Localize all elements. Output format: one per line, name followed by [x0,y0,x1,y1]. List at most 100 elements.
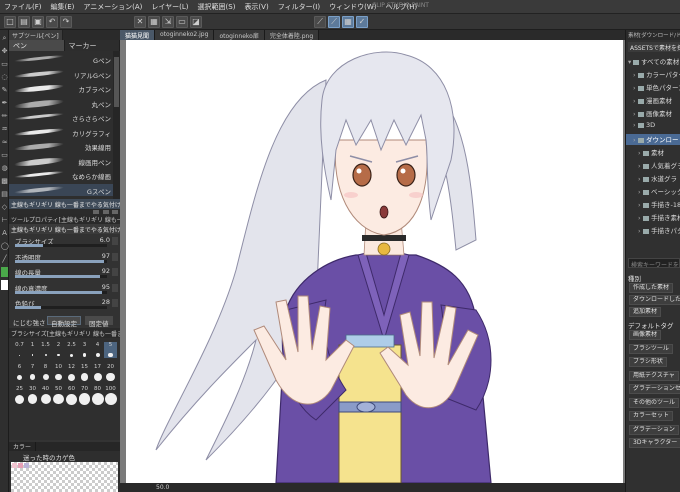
document-tab[interactable]: 猫猫見聞 [120,30,156,40]
balloon-icon[interactable]: ◯ [1,241,9,251]
brush-size-preset[interactable]: 50 [52,386,65,405]
brush-size-preset[interactable]: 80 [91,386,104,405]
line-icon[interactable]: ╱ [1,254,8,264]
material-tree-item[interactable]: ›カラーパターン [626,69,680,80]
material-tree-item[interactable]: ›手描き素材 [626,212,680,223]
property-slider[interactable] [15,306,107,309]
tab-pen[interactable]: ペン [9,40,65,51]
menu-item[interactable]: ファイル(F) [4,2,42,12]
tag-filter-button[interactable]: グラデーション [629,424,679,435]
figure-icon[interactable]: ◇ [1,202,8,212]
tool-property-row[interactable]: 色鉛び 28 [9,298,120,312]
airbrush-icon[interactable]: ≈ [1,137,8,147]
blend-icon[interactable]: ◍ [1,163,8,173]
brush-size-preset[interactable]: 3 [78,342,91,358]
open-icon[interactable]: ▤ [18,16,30,28]
snap-special-icon[interactable]: ✓ [356,16,368,28]
tool-property-row[interactable]: ブラシサイズ 6.0 [9,236,120,250]
tag-filter-button[interactable]: 用紙テクスチャ [629,370,679,381]
tool-property-row[interactable]: 線の真濃度 95 [9,283,120,297]
property-value[interactable]: 28 [102,298,110,306]
brush-list-scrollbar[interactable] [113,51,120,199]
brush-list-item[interactable]: さらさらペン [9,111,113,123]
document-tab[interactable]: otoginneko扉 [214,30,265,40]
kind-filter-button[interactable]: ダウンロードした素材 [629,295,680,305]
lasso-icon[interactable]: ◌ [1,72,8,82]
brush-size-preset[interactable]: 2.5 [65,342,78,358]
material-search-input[interactable]: 検索キーワードを [628,258,680,268]
brush-size-preset[interactable]: 20 [104,364,117,382]
color-swatch[interactable] [24,463,29,468]
brush-list-item[interactable]: カブラペン [9,82,113,94]
pen-icon[interactable]: ✒ [1,98,8,108]
canvas[interactable] [126,40,623,483]
brush-size-preset[interactable]: 1.5 [39,342,52,358]
eraser-icon[interactable]: ▭ [1,150,8,160]
color-swatch[interactable] [12,463,17,468]
brush-list-item[interactable]: カリグラフィ [9,126,113,138]
brush-size-preset[interactable]: 25 [13,386,26,404]
brush-list-item[interactable]: Gペン [9,53,113,65]
brush-size-preset[interactable]: 6 [13,364,26,380]
property-slider[interactable] [15,290,107,294]
brush-size-preset[interactable]: 5 [104,342,117,358]
material-tree-item[interactable]: › 画像素材 [626,108,680,119]
brush-size-preset[interactable]: 17 [91,364,104,381]
brush-size-preset[interactable]: 7 [26,364,39,380]
brush-list-item[interactable]: 効果線用 [9,140,113,152]
color-back-icon[interactable] [1,280,8,290]
menu-item[interactable]: フィルター(I) [278,2,320,12]
material-tree-item[interactable]: ›単色パターン [626,82,680,93]
brush-size-preset[interactable]: 70 [78,386,91,405]
material-tree-item[interactable]: › 水道グラ [626,173,680,184]
tab-color[interactable]: カラー [9,442,37,451]
property-slider[interactable] [15,259,107,263]
menu-item[interactable]: 選択範囲(S) [198,2,236,12]
menu-item[interactable]: ウィンドウ(W) [329,2,376,12]
brush-list-item[interactable]: 丸ペン [9,97,113,109]
spin-button[interactable] [112,299,118,307]
fill-icon[interactable]: ▦ [148,16,160,28]
auto-setting-button[interactable]: 自動設定 [47,316,81,328]
invert-icon[interactable]: ◪ [190,16,202,28]
move-icon[interactable]: ✥ [1,46,8,56]
color-set-name[interactable]: 迷った時のカゲ色 [23,452,75,462]
snap-ruler-icon[interactable]: ⟋ [328,16,340,28]
tag-filter-button[interactable]: 3Dキャラクター [629,438,680,448]
property-value[interactable]: 6.0 [100,236,110,244]
material-tree-item[interactable]: ▾ すべての素材 [626,56,680,67]
scrollbar-thumb[interactable] [114,57,119,107]
new-icon[interactable]: □ [4,16,16,28]
tab-marker[interactable]: マーカー [65,40,120,51]
brush-list-item[interactable]: Gスペン [9,183,113,196]
ruler-icon[interactable]: ⊢ [1,215,8,225]
snap-grid-icon[interactable]: ▦ [342,16,354,28]
transform-icon[interactable]: ⇲ [162,16,174,28]
brush-icon[interactable]: ♒ [1,124,8,134]
brush-list-item[interactable]: リアルGペン [9,68,113,80]
document-tab[interactable]: otoginneko2.jpg [155,30,215,40]
spin-button[interactable] [112,252,118,261]
menu-item[interactable]: アニメーション(A) [83,2,142,12]
save-icon[interactable]: ▣ [32,16,44,28]
fixed-value-button[interactable]: 固定値 [85,316,113,328]
menu-item[interactable]: 編集(E) [51,2,75,12]
material-tree-item[interactable]: ›手描きパタ [626,225,680,236]
tag-filter-button[interactable]: その他のツール [629,397,680,408]
brush-list-item[interactable]: 線画用ペン [9,155,113,167]
property-slider[interactable] [15,244,107,247]
brush-size-preset[interactable]: 60 [65,386,78,405]
zoom-level[interactable]: 50.0 [156,484,169,491]
material-tree-item[interactable]: › 漫画素材 [626,95,680,106]
subtool-tab[interactable]: サブツール[ペン] [9,30,63,40]
property-value[interactable]: 97 [102,252,110,260]
property-value[interactable]: 95 [102,283,110,291]
document-tab[interactable]: 完全体着陸.png [264,30,320,40]
material-tree-item[interactable]: ›人気着グラ [626,160,680,171]
snap-icon[interactable]: ⟋ [314,16,326,28]
brush-size-preset[interactable]: 12 [65,364,78,381]
spin-button[interactable] [112,237,118,245]
material-tree-item[interactable]: › 3D [626,121,680,132]
spin-button[interactable] [112,268,118,276]
pencil-icon[interactable]: ✏ [1,111,8,121]
